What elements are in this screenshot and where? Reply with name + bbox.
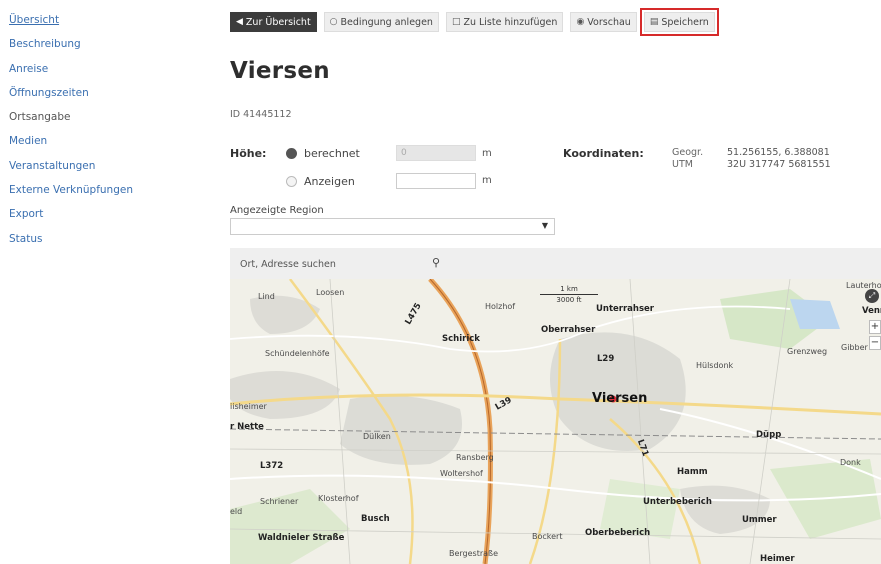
sidebar-item-oeffnungszeiten[interactable]: Öffnungszeiten xyxy=(9,81,199,105)
height-calculated-unit: m xyxy=(482,148,492,159)
map-scale-bar xyxy=(540,294,598,295)
region-select[interactable]: ▼ xyxy=(230,218,555,235)
radio-show-label: Anzeigen xyxy=(304,175,355,188)
sidebar-item-ortsangabe: Ortsangabe xyxy=(9,111,71,124)
height-show-unit: m xyxy=(482,175,492,186)
region-label: Angezeigte Region xyxy=(230,205,324,216)
map-graphic xyxy=(230,279,881,564)
map-label: Oberrahser xyxy=(541,325,596,335)
save-button[interactable]: ▤ Speichern xyxy=(639,8,719,36)
map-search-placeholder: Ort, Adresse suchen xyxy=(240,258,336,270)
bookmark-icon: □ xyxy=(451,17,461,27)
sidebar-item-beschreibung[interactable]: Beschreibung xyxy=(9,32,199,56)
map-label: Oberbeberich xyxy=(585,528,651,538)
map-label: Ransberg xyxy=(456,453,494,462)
map-label: Loosen xyxy=(316,288,345,297)
map-label: Klosterhof xyxy=(318,494,359,503)
map-label: Grenzweg xyxy=(787,347,828,356)
back-to-overview-label: Zur Übersicht xyxy=(245,16,311,28)
map-canvas[interactable]: 1 km 3000 ft Lind Loosen Holzhof Unterra… xyxy=(230,279,881,564)
sidebar-item-status[interactable]: Status xyxy=(9,227,199,251)
back-to-overview-button[interactable]: ◀ Zur Übersicht xyxy=(230,12,317,32)
map-label: Gibber xyxy=(841,343,868,352)
map-label: Düpp xyxy=(756,430,782,440)
page-title: Viersen xyxy=(230,58,330,84)
map-label: Busch xyxy=(361,514,390,524)
map-label: Hamm xyxy=(677,467,708,477)
map-label: Holzhof xyxy=(485,302,516,311)
map-label: r Nette xyxy=(230,422,264,432)
map-scale-ft: 3000 ft xyxy=(556,296,582,304)
sidebar-item-medien[interactable]: Medien xyxy=(9,129,199,153)
map-label: Unterrahser xyxy=(596,304,654,314)
geo-value: 51.256155, 6.388081 xyxy=(727,147,830,158)
map-scale: 1 km 3000 ft xyxy=(540,285,598,304)
radio-calculated[interactable] xyxy=(286,148,297,159)
fullscreen-icon[interactable]: ⤢ xyxy=(865,289,879,303)
map-label: Bockert xyxy=(532,532,563,541)
map-label: Donk xyxy=(840,458,861,467)
utm-label: UTM xyxy=(672,159,693,170)
sidebar-nav: Übersicht Beschreibung Anreise Öffnungsz… xyxy=(9,8,199,251)
coordinates-label: Koordinaten: xyxy=(563,147,644,160)
eye-icon: ◉ xyxy=(576,17,585,27)
map-label: Lind xyxy=(258,292,275,301)
height-show-input[interactable] xyxy=(396,173,476,189)
map-label-city: Viersen xyxy=(592,391,648,406)
sidebar-item-veranstaltungen[interactable]: Veranstaltungen xyxy=(9,154,199,178)
preview-label: Vorschau xyxy=(587,16,631,28)
map-label: Schriener xyxy=(260,497,299,506)
height-calculated-field: 0 xyxy=(396,145,476,161)
zoom-out-button[interactable]: − xyxy=(869,336,881,350)
map-label: Dülken xyxy=(363,432,391,441)
add-condition-label: Bedingung anlegen xyxy=(340,16,433,28)
toolbar: ◀ Zur Übersicht ○ Bedingung anlegen □ Zu… xyxy=(230,8,719,36)
map-label: Schirick xyxy=(442,334,480,344)
map-panel: Ort, Adresse suchen ⚲ 1 km 3000 ft Lind … xyxy=(230,248,881,564)
map-label: Venn xyxy=(862,306,881,316)
preview-button[interactable]: ◉ Vorschau xyxy=(570,12,637,32)
map-search-input[interactable]: Ort, Adresse suchen ⚲ xyxy=(240,256,440,272)
sidebar-item-externe-verknuepfungen[interactable]: Externe Verknüpfungen xyxy=(9,178,199,202)
floppy-disk-icon: ▤ xyxy=(649,17,659,27)
height-label: Höhe: xyxy=(230,147,267,160)
zoom-in-button[interactable]: + xyxy=(869,320,881,334)
map-label: iisheimer xyxy=(230,402,267,411)
map-label: Schündelenhöfe xyxy=(265,349,330,358)
add-to-list-label: Zu Liste hinzufügen xyxy=(463,16,558,28)
map-label: Lauterhof xyxy=(846,281,881,290)
map-scale-km: 1 km xyxy=(560,285,578,293)
map-label: Waldnieler Straße xyxy=(258,533,345,543)
map-label: Bergestraße xyxy=(449,549,499,558)
sidebar-item-anreise[interactable]: Anreise xyxy=(9,57,199,81)
sidebar-item-uebersicht[interactable]: Übersicht xyxy=(9,8,199,32)
dropdown-arrow-icon: ▼ xyxy=(541,221,548,230)
map-label: Woltershof xyxy=(440,469,483,478)
comment-icon: ○ xyxy=(329,17,338,27)
geo-label: Geogr. xyxy=(672,147,704,158)
back-arrow-icon: ◀ xyxy=(236,17,243,27)
map-label: Hülsdonk xyxy=(696,361,734,370)
map-label: Unterbeberich xyxy=(643,497,712,507)
add-condition-button[interactable]: ○ Bedingung anlegen xyxy=(323,12,439,32)
map-label: eld xyxy=(230,507,243,516)
map-label: L29 xyxy=(597,354,615,364)
map-label: Heimer xyxy=(760,554,795,564)
map-label: L372 xyxy=(260,461,284,471)
save-label: Speichern xyxy=(661,16,709,28)
sidebar-item-export[interactable]: Export xyxy=(9,202,199,226)
radio-show[interactable] xyxy=(286,176,297,187)
record-id: ID 41445112 xyxy=(230,109,292,120)
height-calculated-option[interactable]: berechnet xyxy=(286,147,360,160)
radio-calculated-label: berechnet xyxy=(304,147,360,160)
add-to-list-button[interactable]: □ Zu Liste hinzufügen xyxy=(445,12,564,32)
search-icon[interactable]: ⚲ xyxy=(432,256,440,269)
height-show-option[interactable]: Anzeigen xyxy=(286,175,355,188)
map-label: Ummer xyxy=(742,515,777,525)
utm-value: 32U 317747 5681551 xyxy=(727,159,831,170)
